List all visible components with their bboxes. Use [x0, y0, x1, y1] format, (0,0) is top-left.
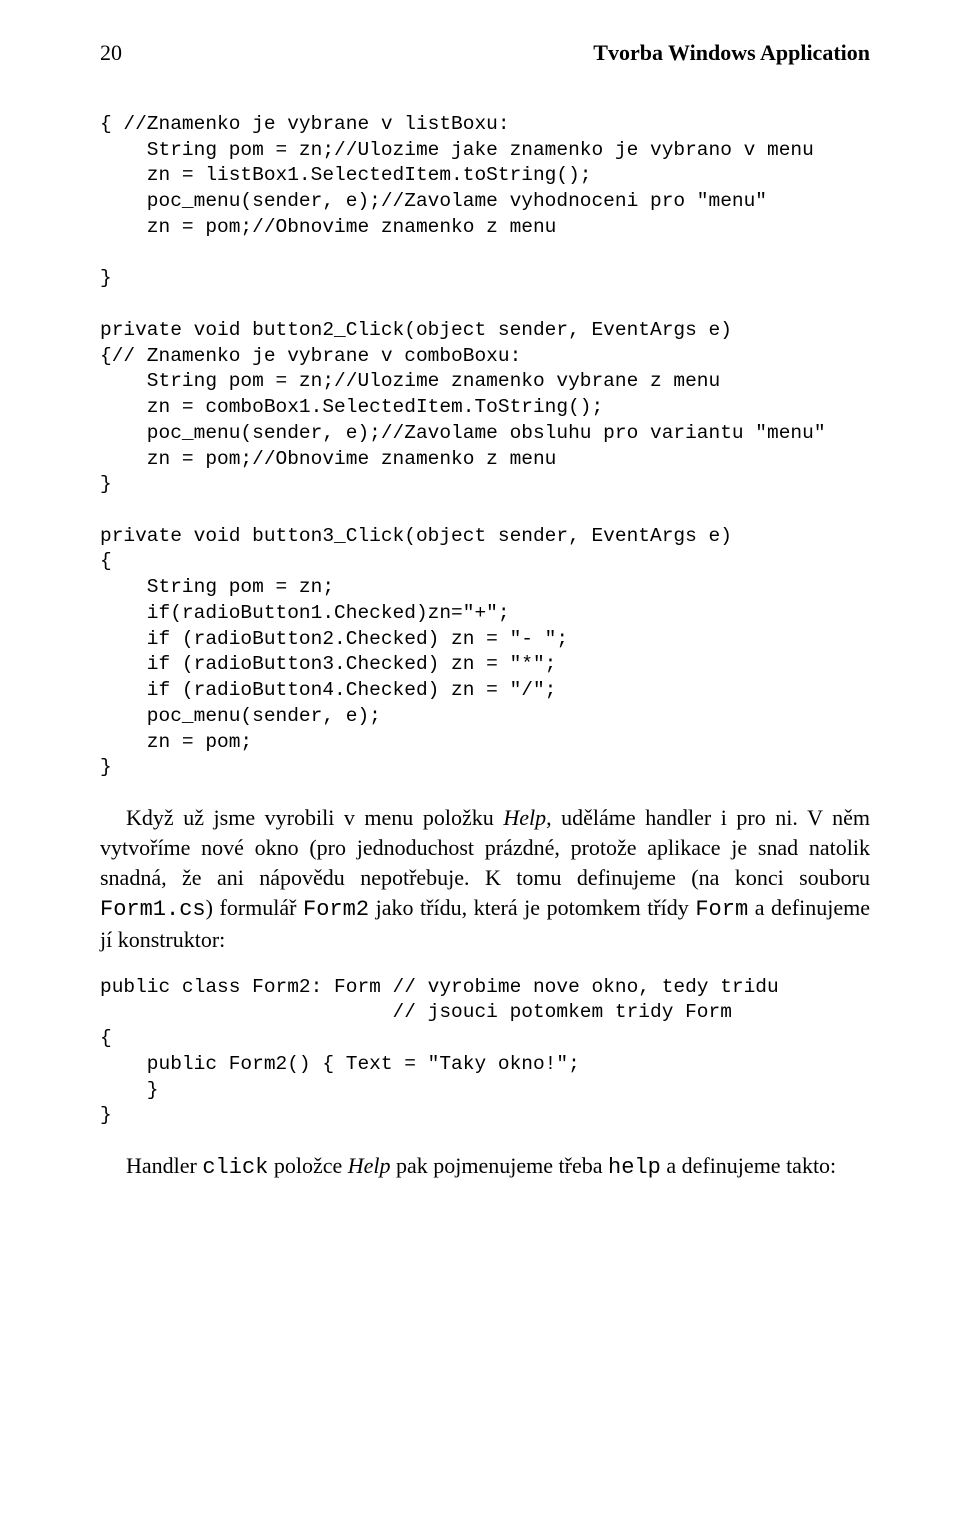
inline-code: Form [695, 897, 748, 922]
page-number: 20 [100, 40, 122, 66]
inline-code: Form1.cs [100, 897, 206, 922]
paragraph-1: Když už jsme vyrobili v menu položku Hel… [100, 803, 870, 955]
text: ) formulář [206, 895, 303, 920]
code-block-1: { //Znamenko je vybrane v listBoxu: Stri… [100, 112, 870, 781]
text-italic: Help [348, 1153, 391, 1178]
inline-code: click [202, 1155, 268, 1180]
text: Handler [126, 1153, 202, 1178]
text: a definujeme takto: [661, 1153, 836, 1178]
inline-code: Form2 [303, 897, 369, 922]
inline-code: help [608, 1155, 661, 1180]
text: Když už jsme vyrobili v menu položku [126, 805, 503, 830]
page: 20 Tvorba Windows Application { //Znamen… [0, 0, 960, 1537]
text: položce [268, 1153, 347, 1178]
text: jako třídu, která je potomkem třídy [369, 895, 695, 920]
page-header: 20 Tvorba Windows Application [100, 40, 870, 66]
text: pak pojmenujeme třeba [391, 1153, 608, 1178]
code-block-2: public class Form2: Form // vyrobime nov… [100, 975, 870, 1129]
paragraph-2: Handler click položce Help pak pojmenuje… [100, 1151, 870, 1183]
chapter-title: Tvorba Windows Application [593, 40, 870, 66]
text-italic: Help [503, 805, 546, 830]
